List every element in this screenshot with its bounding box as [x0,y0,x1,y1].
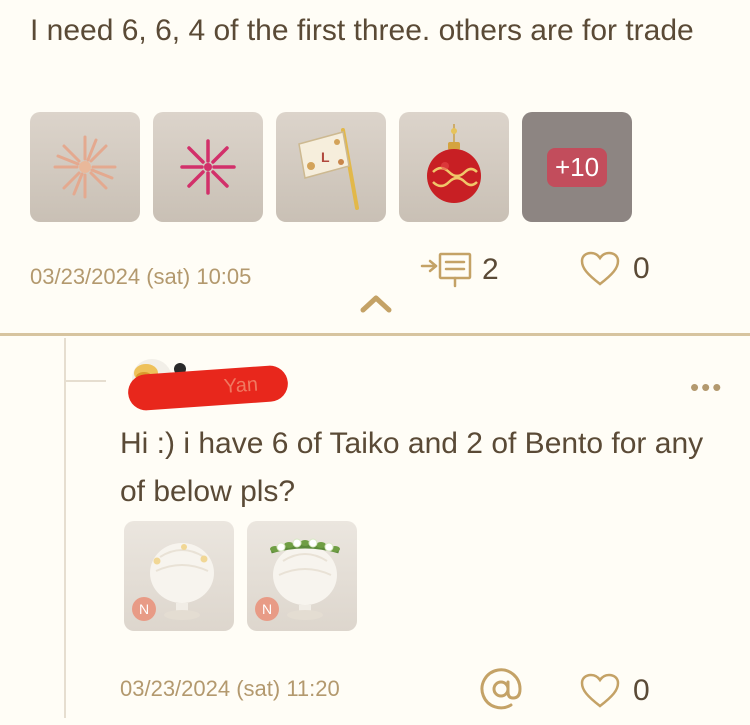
item-thumbnail[interactable]: N [124,521,234,631]
reply-board-icon [420,252,472,288]
flag-icon: L [298,128,359,210]
reply-text: Hi :) i have 6 of Taiko and 2 of Bento f… [120,427,704,508]
post-like-button[interactable]: 0 [579,250,650,288]
firework-pale-icon [53,135,117,199]
heart-icon [580,673,620,708]
post-text: I need 6, 6, 4 of the first three. other… [30,14,694,47]
thread-line [64,338,66,718]
firework-pink-icon [180,139,236,195]
reply-date: 03/23/2024 (sat) 11:20 [120,676,340,701]
thread-branch [64,380,106,382]
item-thumbnail[interactable]: N [247,521,357,631]
rarity-badge: N [255,597,279,621]
post-date: 03/23/2024 (sat) 10:05 [30,264,252,289]
reply-item-thumbnails: N N [124,521,357,631]
rarity-badge: N [132,597,156,621]
svg-text:L: L [321,149,330,165]
more-items-button[interactable]: +10 [522,112,632,222]
post-item-thumbnails: L +10 [30,112,632,222]
reply-like-count: 0 [633,674,650,707]
reply-like-button[interactable]: 0 [579,672,650,710]
item-thumbnail[interactable] [30,112,140,222]
mention-icon[interactable] [478,666,524,712]
collapse-chevron-icon[interactable] [359,292,393,314]
item-thumbnail[interactable]: L [276,112,386,222]
item-thumbnail[interactable] [153,112,263,222]
divider [0,333,750,336]
reply-count: 2 [482,253,499,286]
more-options-icon[interactable]: ••• [690,372,723,403]
item-thumbnail[interactable] [399,112,509,222]
more-items-label: +10 [546,147,608,187]
ornament-icon [427,124,481,203]
heart-icon [580,251,620,286]
post-like-count: 0 [633,252,650,285]
reply-count-button[interactable]: 2 [420,250,499,290]
